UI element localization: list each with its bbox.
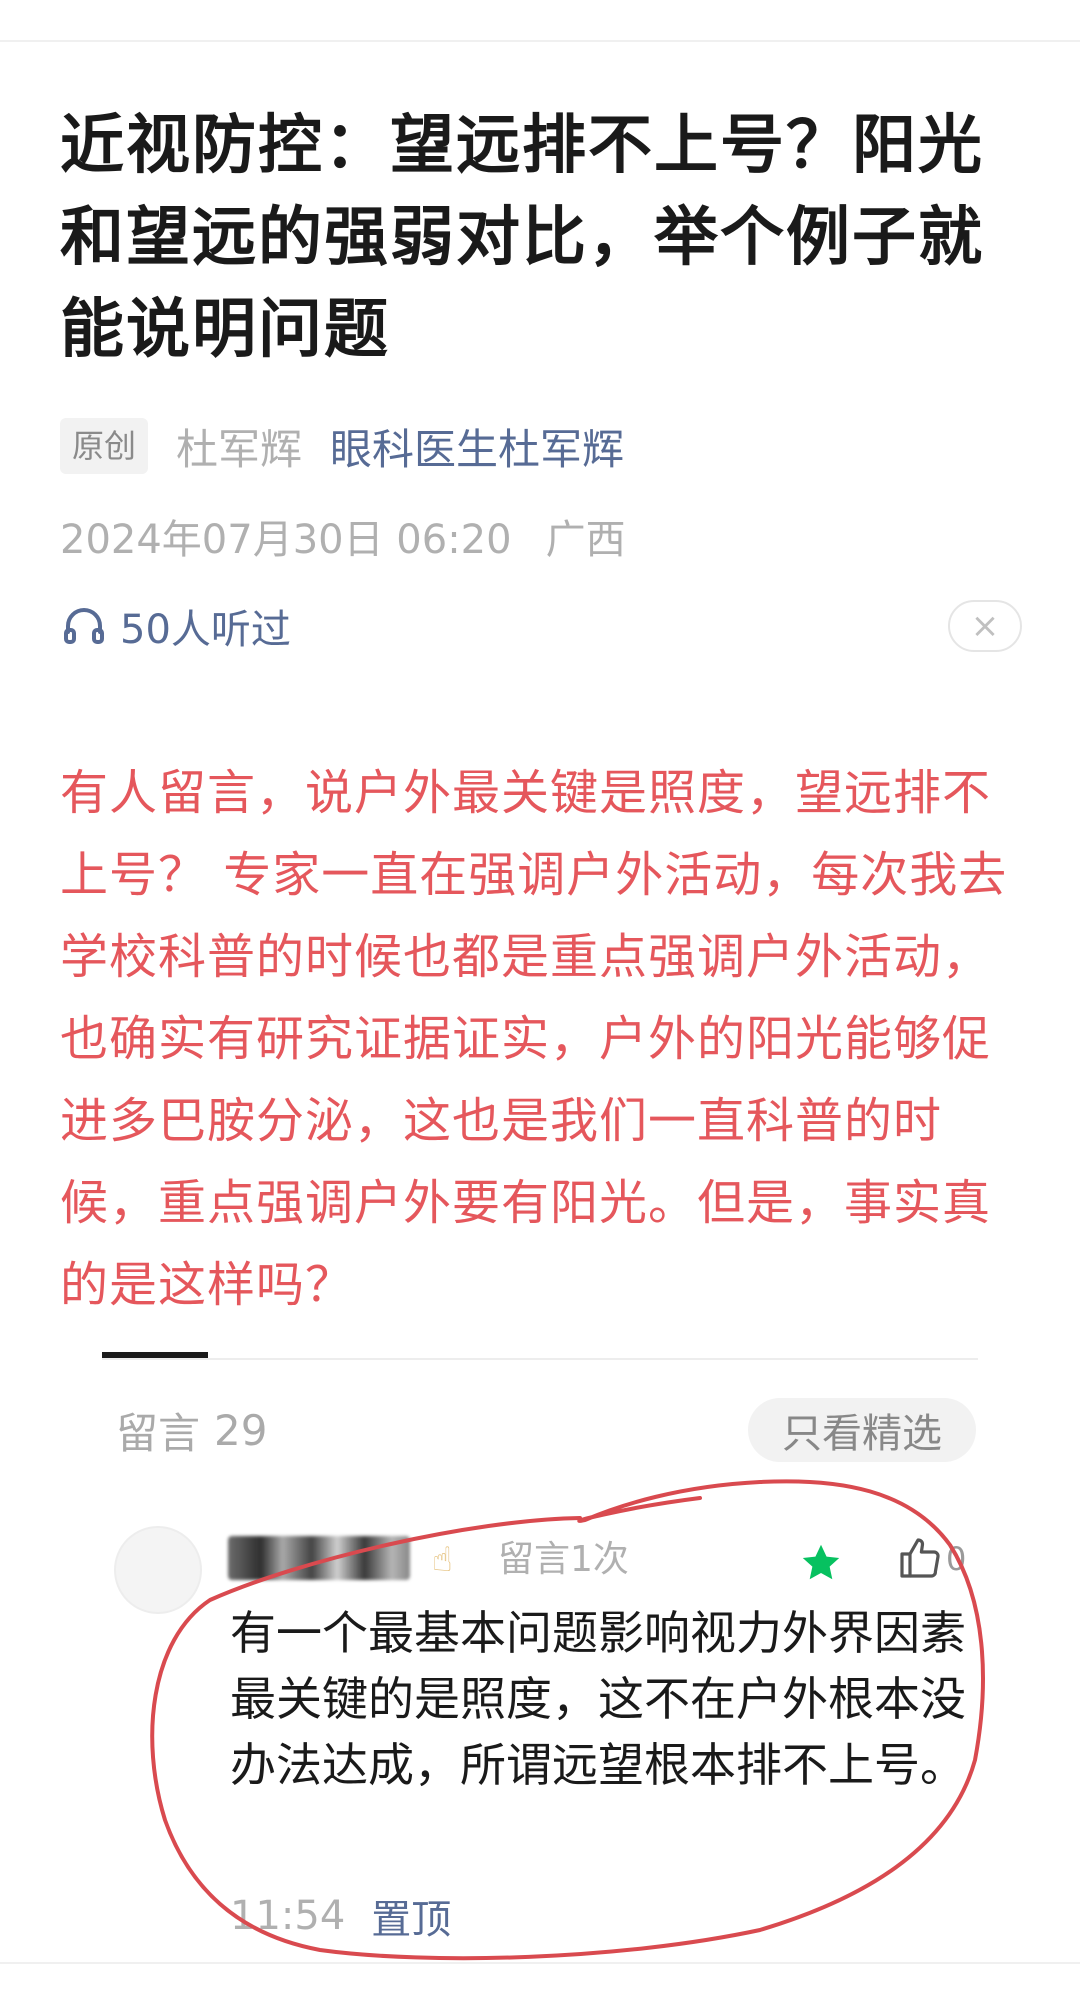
pin-to-top-button[interactable]: 置顶 bbox=[371, 1887, 451, 1945]
like-count: 0 bbox=[946, 1540, 967, 1578]
comment-count-badge: 留言1次 bbox=[498, 1539, 629, 1580]
listen-button[interactable]: 50人听过 bbox=[60, 596, 291, 656]
headphones-icon bbox=[64, 608, 104, 644]
article-title: 近视防控：望远排不上号？阳光和望远的强弱对比，举个例子就能说明问题 bbox=[60, 109, 984, 367]
article-meta: 原创 杜军辉 眼科医生杜军辉 bbox=[60, 416, 624, 476]
listen-count: 50人听过 bbox=[120, 607, 291, 653]
comment-footer: 11:54 置顶 bbox=[230, 1888, 451, 1944]
original-badge: 原创 bbox=[60, 418, 149, 474]
featured-only-button[interactable]: 只看精选 bbox=[748, 1398, 976, 1462]
close-button[interactable]: × bbox=[948, 600, 1022, 652]
star-icon[interactable] bbox=[798, 1540, 844, 1586]
account-link[interactable]: 眼科医生杜军辉 bbox=[330, 416, 624, 477]
publish-info: 2024年07月30日 06:20 广西 bbox=[60, 506, 626, 566]
publish-location: 广西 bbox=[545, 517, 626, 563]
comments-label: 留言 bbox=[116, 1408, 201, 1458]
author-name: 杜军辉 bbox=[176, 424, 303, 474]
bottom-divider bbox=[0, 1962, 1080, 1964]
publish-date: 2024年07月30日 06:20 bbox=[60, 517, 512, 563]
avatar[interactable] bbox=[114, 1526, 202, 1614]
top-divider bbox=[0, 40, 1080, 42]
comments-header: 留言 29 bbox=[116, 1398, 267, 1462]
fan-badge-icon: ☝ bbox=[432, 1540, 453, 1580]
close-icon: × bbox=[970, 606, 1000, 646]
comment-text: 有一个最基本问题影响视力外界因素最关键的是照度，这不在户外根本没办法达成，所谓远… bbox=[230, 1606, 966, 1792]
comments-count: 29 bbox=[214, 1405, 268, 1455]
comments-divider bbox=[102, 1358, 978, 1360]
article-body: 有人留言，说户外最关键是照度，望远排不上号？ 专家一直在强调户外活动，每次我去学… bbox=[60, 765, 1008, 1313]
comment-time: 11:54 bbox=[230, 1893, 346, 1939]
thumbs-up-icon[interactable] bbox=[896, 1534, 944, 1582]
commenter-name-blurred[interactable] bbox=[228, 1536, 410, 1580]
